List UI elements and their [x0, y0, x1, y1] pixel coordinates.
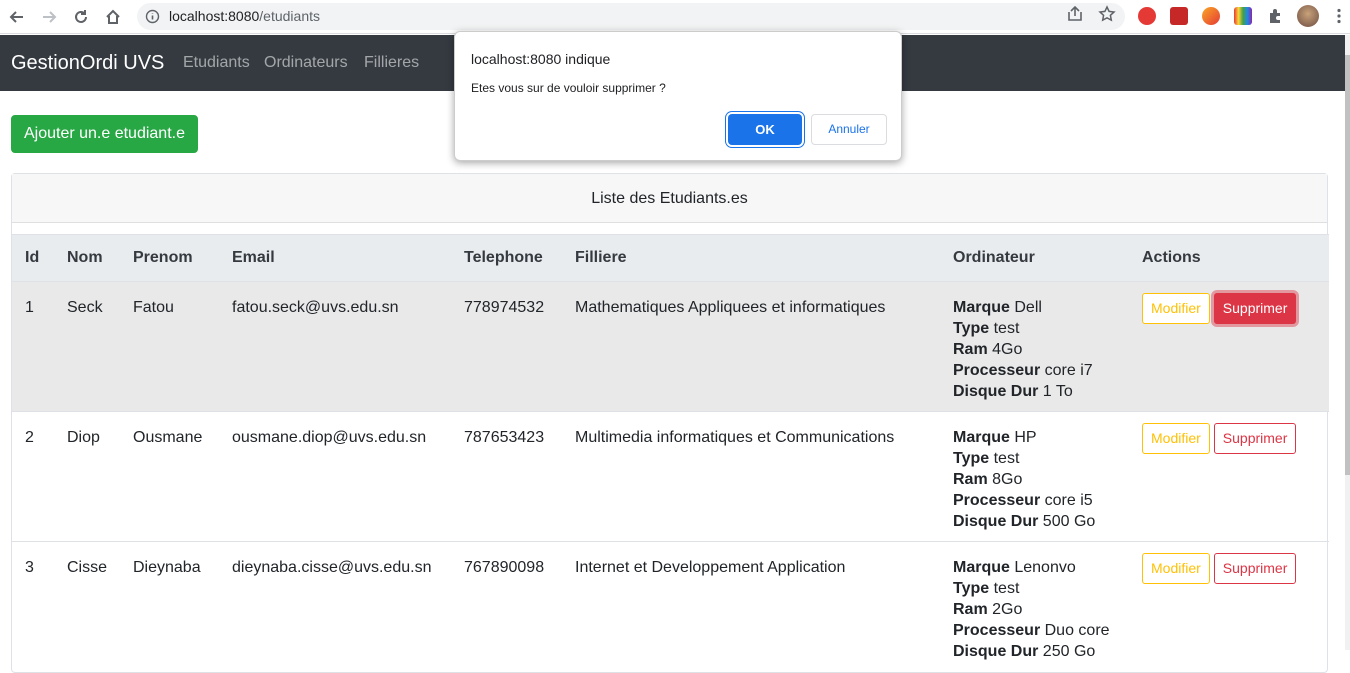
computer-disque: Disque Dur 250 Go — [953, 643, 1096, 660]
ok-button[interactable]: OK — [728, 114, 802, 145]
cell-email: dieynaba.cisse@uvs.edu.sn — [232, 541, 464, 672]
computer-type: Type test — [953, 580, 1020, 597]
modify-button[interactable]: Modifier — [1142, 293, 1210, 324]
card-title: Liste des Etudiants.es — [12, 174, 1327, 223]
delete-button[interactable]: Supprimer — [1213, 553, 1297, 584]
col-header-actions: Actions — [1142, 234, 1329, 282]
address-bar[interactable]: localhost:8080/etudiants — [137, 3, 1125, 30]
reload-icon[interactable] — [69, 5, 93, 29]
info-icon[interactable] — [145, 9, 160, 24]
cell-nom: Diop — [67, 411, 133, 542]
table-row: 2 Diop Ousmane ousmane.diop@uvs.edu.sn 7… — [12, 411, 1329, 542]
col-header-ordinateur: Ordinateur — [953, 234, 1142, 282]
col-header-email: Email — [232, 234, 464, 282]
share-icon[interactable] — [1066, 5, 1084, 23]
cell-prenom: Fatou — [133, 281, 232, 412]
cell-actions: Modifier Supprimer — [1142, 281, 1329, 412]
dialog-origin: localhost:8080 indique — [471, 51, 611, 67]
scrollbar-thumb[interactable] — [1345, 55, 1350, 475]
cell-ordinateur: Marque Dell Type test Ram 4Go Processeur… — [953, 281, 1142, 412]
cell-ordinateur: Marque Lenonvo Type test Ram 2Go Process… — [953, 541, 1142, 672]
computer-disque: Disque Dur 500 Go — [953, 513, 1096, 530]
cell-telephone: 767890098 — [464, 541, 575, 672]
computer-type: Type test — [953, 450, 1020, 467]
computer-disque: Disque Dur 1 To — [953, 383, 1073, 400]
cell-telephone: 778974532 — [464, 281, 575, 412]
extension-icon[interactable] — [1202, 7, 1220, 25]
computer-ram: Ram 2Go — [953, 601, 1023, 618]
cell-id: 1 — [12, 281, 67, 412]
scrollbar[interactable] — [1345, 35, 1350, 650]
cell-filliere: Internet et Developpement Application — [575, 541, 953, 672]
cell-nom: Seck — [67, 281, 133, 412]
nav-link-ordinateurs[interactable]: Ordinateurs — [264, 54, 348, 72]
back-icon[interactable] — [5, 5, 29, 29]
cell-email: ousmane.diop@uvs.edu.sn — [232, 411, 464, 542]
brand[interactable]: GestionOrdi UVS — [11, 52, 164, 75]
cell-actions: Modifier Supprimer — [1142, 541, 1329, 672]
delete-button[interactable]: Supprimer — [1213, 423, 1297, 454]
col-header-filliere: Filliere — [575, 234, 953, 282]
browser-toolbar: localhost:8080/etudiants — [0, 0, 1350, 34]
students-table: Id Nom Prenom Email Telephone Filliere O… — [12, 234, 1329, 672]
adblock-extension-icon[interactable] — [1138, 7, 1156, 25]
cell-filliere: Multimedia informatiques et Communicatio… — [575, 411, 953, 542]
cell-id: 2 — [12, 411, 67, 542]
students-card: Liste des Etudiants.es Id Nom Prenom Ema… — [11, 173, 1329, 673]
cell-id: 3 — [12, 541, 67, 672]
confirm-dialog: localhost:8080 indique Etes vous sur de … — [454, 31, 902, 161]
cell-prenom: Ousmane — [133, 411, 232, 542]
cell-nom: Cisse — [67, 541, 133, 672]
computer-marque: Marque Lenonvo — [953, 559, 1076, 576]
url-text: localhost:8080/etudiants — [169, 8, 321, 24]
computer-processeur: Processeur Duo core — [953, 622, 1110, 639]
cancel-button[interactable]: Annuler — [811, 114, 887, 145]
avatar[interactable] — [1297, 5, 1319, 27]
nav-link-fillieres[interactable]: Fillieres — [364, 54, 419, 72]
computer-ram: Ram 4Go — [953, 341, 1023, 358]
cell-email: fatou.seck@uvs.edu.sn — [232, 281, 464, 412]
delete-button[interactable]: Supprimer — [1213, 293, 1297, 324]
table-header-row: Id Nom Prenom Email Telephone Filliere O… — [12, 234, 1329, 282]
computer-processeur: Processeur core i5 — [953, 492, 1093, 509]
computer-ram: Ram 8Go — [953, 471, 1023, 488]
computer-marque: Marque Dell — [953, 299, 1042, 316]
cell-ordinateur: Marque HP Type test Ram 8Go Processeur c… — [953, 411, 1142, 542]
puzzle-icon[interactable] — [1266, 7, 1284, 25]
cell-prenom: Dieynaba — [133, 541, 232, 672]
menu-kebab-icon[interactable] — [1330, 7, 1348, 25]
table-row: 1 Seck Fatou fatou.seck@uvs.edu.sn 77897… — [12, 281, 1329, 412]
cell-telephone: 787653423 — [464, 411, 575, 542]
add-student-button[interactable]: Ajouter un.e etudiant.e — [11, 115, 198, 153]
col-header-prenom: Prenom — [133, 234, 232, 282]
computer-processeur: Processeur core i7 — [953, 362, 1093, 379]
table-row: 3 Cisse Dieynaba dieynaba.cisse@uvs.edu.… — [12, 541, 1329, 672]
computer-type: Type test — [953, 320, 1020, 337]
col-header-telephone: Telephone — [464, 234, 575, 282]
home-icon[interactable] — [101, 5, 125, 29]
col-header-id: Id — [12, 234, 67, 282]
computer-marque: Marque HP — [953, 429, 1037, 446]
forward-icon[interactable] — [37, 5, 61, 29]
modify-button[interactable]: Modifier — [1142, 553, 1210, 584]
cell-actions: Modifier Supprimer — [1142, 411, 1329, 542]
col-header-nom: Nom — [67, 234, 133, 282]
cell-filliere: Mathematiques Appliquees et informatique… — [575, 281, 953, 412]
color-extension-icon[interactable] — [1234, 7, 1252, 25]
dialog-message: Etes vous sur de vouloir supprimer ? — [471, 81, 666, 95]
modify-button[interactable]: Modifier — [1142, 423, 1210, 454]
pdf-extension-icon[interactable] — [1170, 7, 1188, 25]
bookmark-star-icon[interactable] — [1098, 5, 1116, 23]
nav-link-etudiants[interactable]: Etudiants — [183, 54, 250, 72]
